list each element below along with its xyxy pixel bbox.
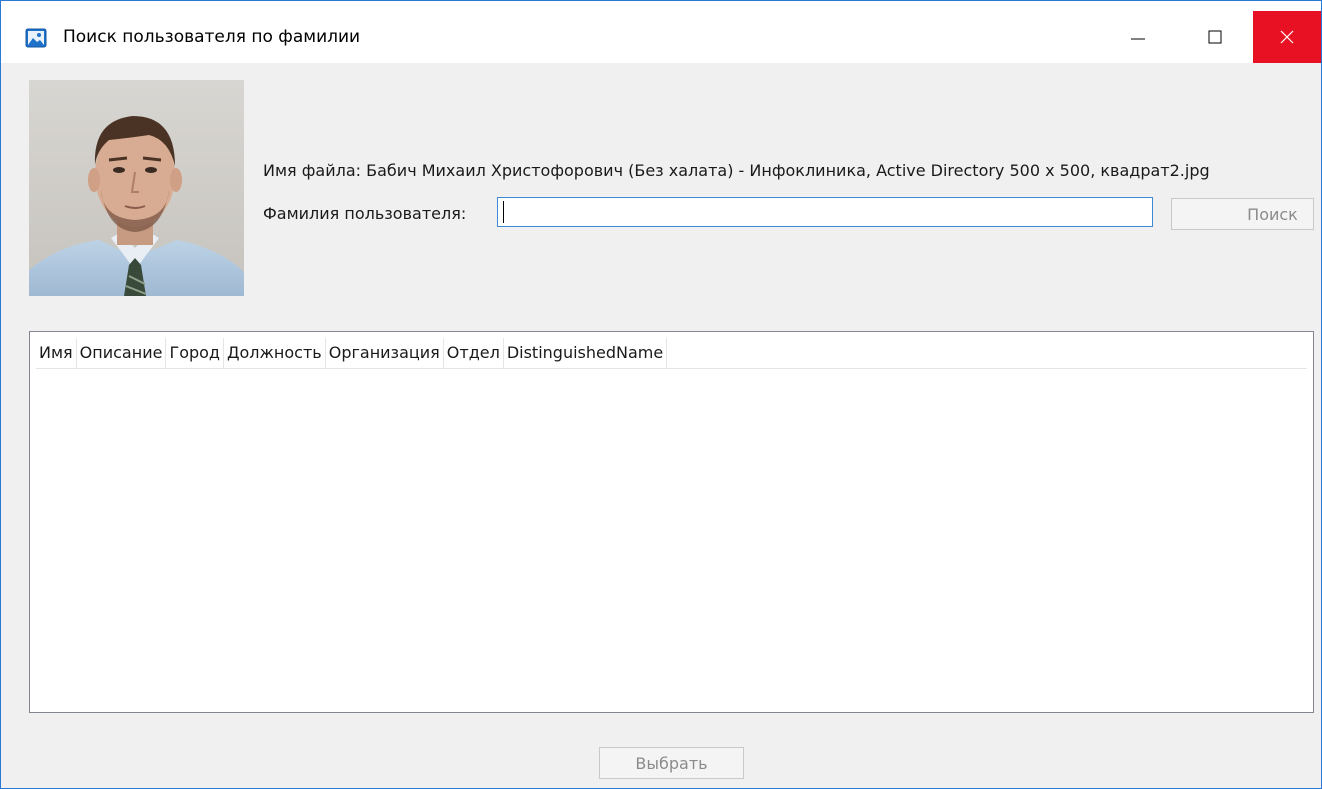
select-button-label: Выбрать <box>635 753 708 773</box>
column-header-city[interactable]: Город <box>166 338 224 368</box>
minimize-button[interactable] <box>1104 11 1172 63</box>
results-list[interactable]: Имя Описание Город Должность Организация… <box>29 331 1314 713</box>
close-icon <box>1280 30 1294 44</box>
select-button[interactable]: Выбрать <box>599 747 744 779</box>
column-header-description[interactable]: Описание <box>77 338 167 368</box>
text-cursor <box>503 201 504 223</box>
surname-label: Фамилия пользователя: <box>263 204 467 223</box>
maximize-icon <box>1208 30 1222 44</box>
search-button-label: Поиск <box>1247 204 1298 224</box>
maximize-button[interactable] <box>1181 11 1249 63</box>
app-picture-icon <box>25 28 47 48</box>
search-button[interactable]: Поиск <box>1171 198 1314 230</box>
minimize-icon <box>1131 38 1145 40</box>
results-header: Имя Описание Город Должность Организация… <box>36 338 1307 369</box>
window-title: Поиск пользователя по фамилии <box>63 27 361 47</box>
column-header-organization[interactable]: Организация <box>326 338 444 368</box>
file-name-label: Имя файла: Бабич Михаил Христофорович (Б… <box>263 161 1210 180</box>
title-bar: Поиск пользователя по фамилии <box>1 1 1321 63</box>
column-header-position[interactable]: Должность <box>224 338 326 368</box>
column-header-name[interactable]: Имя <box>36 338 77 368</box>
surname-input[interactable] <box>497 197 1153 227</box>
search-user-window: Поиск пользователя по фамилии Имя файла:… <box>0 0 1322 789</box>
column-header-department[interactable]: Отдел <box>444 338 504 368</box>
close-button[interactable] <box>1253 11 1321 63</box>
column-header-distinguished-name[interactable]: DistinguishedName <box>504 338 668 368</box>
user-photo <box>29 80 244 296</box>
